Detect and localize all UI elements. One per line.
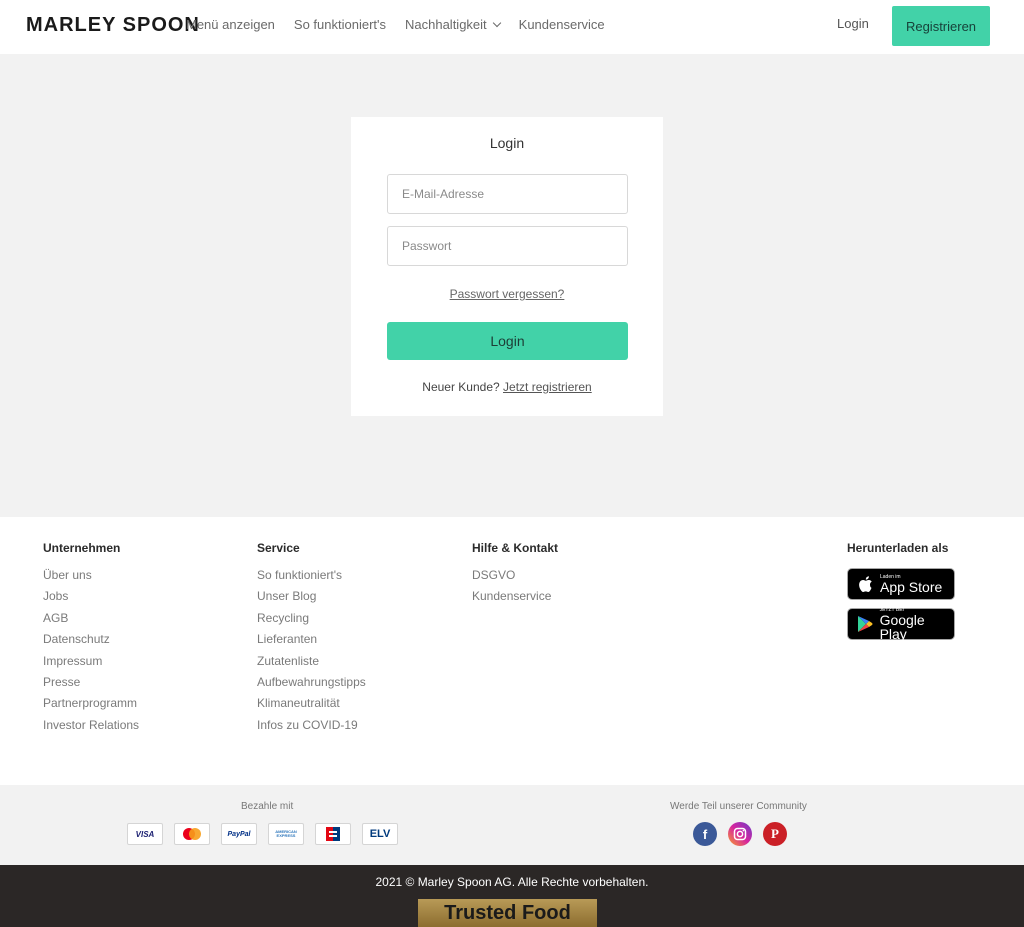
register-link[interactable]: Jetzt registrieren (503, 380, 592, 394)
apple-icon (856, 575, 874, 593)
header-register-button[interactable]: Registrieren (892, 6, 990, 46)
social-links: f P (693, 822, 787, 846)
google-play-button[interactable]: JETZT BEI Google Play (847, 607, 955, 642)
footer-col-download: Herunterladen als (847, 541, 948, 565)
google-play-icon (856, 615, 874, 633)
chevron-down-icon (492, 18, 501, 28)
email-input[interactable] (387, 174, 628, 214)
app-store-button[interactable]: Laden im App Store (847, 568, 955, 600)
amex-label: AMERICAN EXPRESS (275, 828, 297, 838)
footer-link[interactable]: Recycling (257, 608, 366, 629)
password-input[interactable] (387, 226, 628, 266)
new-customer-text: Neuer Kunde? Jetzt registrieren (351, 380, 663, 394)
community-title: Werde Teil unserer Community (670, 801, 807, 812)
login-title: Login (489, 135, 525, 151)
footer-link[interactable]: Klimaneutralität (257, 693, 366, 714)
google-play-big-text: Google Play (879, 611, 925, 642)
site-footer: Unternehmen Über uns Jobs AGB Datenschut… (0, 517, 1024, 785)
footer-link[interactable]: Infos zu COVID-19 (257, 715, 366, 736)
footer-link[interactable]: Partnerprogramm (43, 693, 139, 714)
instagram-icon[interactable] (728, 822, 752, 846)
new-customer-label: Neuer Kunde? (422, 380, 500, 394)
footer-col-company: Unternehmen Über uns Jobs AGB Datenschut… (43, 541, 139, 736)
paypal-label: PayPal (227, 830, 251, 838)
visa-label: VISA (135, 829, 155, 839)
footer-col-service: Service So funktioniert's Unser Blog Rec… (257, 541, 366, 736)
footer-col-help: Hilfe & Kontakt DSGVO Kundenservice (472, 541, 558, 608)
trusted-food-badge[interactable]: Trusted Food (418, 899, 597, 927)
footer-col-title: Unternehmen (43, 541, 121, 555)
footer-link[interactable]: So funktioniert's (257, 565, 366, 586)
footer-link[interactable]: Lieferanten (257, 629, 366, 650)
pay-title: Bezahle mit (241, 801, 294, 812)
header-login-link[interactable]: Login (837, 16, 869, 31)
site-header: MARLEY SPOON Menü anzeigen So funktionie… (0, 0, 1024, 54)
nav-menu[interactable]: Menü anzeigen (186, 17, 275, 32)
elv-label: ELV (369, 828, 391, 840)
footer-link[interactable]: Impressum (43, 651, 139, 672)
copyright-bar: 2021 © Marley Spoon AG. Alle Rechte vorb… (0, 865, 1024, 927)
amex-icon: AMERICAN EXPRESS (268, 823, 304, 845)
footer-link[interactable]: DSGVO (472, 565, 558, 586)
nav-sustainability-label: Nachhaltigkeit (405, 17, 487, 32)
paypal-icon: PayPal (221, 823, 257, 845)
facebook-icon[interactable]: f (693, 822, 717, 846)
footer-link[interactable]: Jobs (43, 586, 139, 607)
footer-link[interactable]: Zutatenliste (257, 651, 366, 672)
nav-how-it-works[interactable]: So funktioniert's (294, 17, 386, 32)
footer-link[interactable]: Aufbewahrungstipps (257, 672, 366, 693)
footer-link[interactable]: AGB (43, 608, 139, 629)
nav-sustainability[interactable]: Nachhaltigkeit (405, 17, 501, 32)
payment-methods: VISA PayPal AMERICAN EXPRESS ELV (127, 823, 398, 845)
footer-col-title: Service (257, 541, 300, 555)
main-nav: Menü anzeigen So funktioniert's Nachhalt… (186, 17, 605, 32)
app-store-big-text: App Store (880, 578, 943, 595)
nav-customer-service[interactable]: Kundenservice (519, 17, 605, 32)
elv-icon: ELV (362, 823, 398, 845)
payment-community-strip: Bezahle mit VISA PayPal AMERICAN EXPRESS… (0, 785, 1024, 865)
download-title: Herunterladen als (847, 541, 949, 555)
mastercard-icon (174, 823, 210, 845)
footer-link[interactable]: Kundenservice (472, 586, 558, 607)
pinterest-icon[interactable]: P (763, 822, 787, 846)
trusted-food-label: Trusted Food (444, 902, 571, 924)
marley-spoon-logo[interactable]: MARLEY SPOON (26, 14, 200, 37)
footer-col-title: Hilfe & Kontakt (472, 541, 559, 555)
footer-link[interactable]: Unser Blog (257, 586, 366, 607)
login-card: Login Passwort vergessen? Login Neuer Ku… (351, 117, 663, 416)
footer-link[interactable]: Über uns (43, 565, 139, 586)
footer-link[interactable]: Presse (43, 672, 139, 693)
copyright-text: 2021 © Marley Spoon AG. Alle Rechte vorb… (375, 875, 649, 889)
footer-link[interactable]: Datenschutz (43, 629, 139, 650)
footer-link[interactable]: Investor Relations (43, 715, 139, 736)
login-button[interactable]: Login (387, 322, 628, 360)
forgot-password-link[interactable]: Passwort vergessen? (351, 287, 663, 301)
visa-icon: VISA (127, 823, 163, 845)
ec-card-icon (315, 823, 351, 845)
